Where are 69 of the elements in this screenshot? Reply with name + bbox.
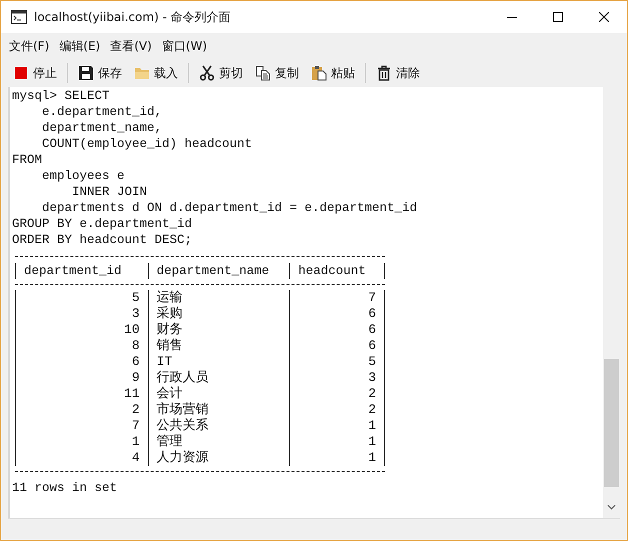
trash-icon <box>376 65 392 81</box>
table-cell: IT <box>148 354 290 370</box>
copy-icon <box>255 65 271 81</box>
table-cell: 公共关系 <box>148 418 290 434</box>
table-cell: 1 <box>289 450 385 466</box>
column-header: department_id <box>15 262 148 278</box>
toolbar-button[interactable]: 粘贴 <box>307 62 359 84</box>
scroll-down-icon[interactable] <box>607 504 616 510</box>
toolbar-button[interactable]: 剪切 <box>195 62 247 84</box>
table-cell: 1 <box>289 418 385 434</box>
menu-item[interactable]: 编辑(E) <box>59 38 100 54</box>
table-cell: 9 <box>15 370 148 386</box>
table-cell: 11 <box>15 386 148 402</box>
console-line: COUNT(employee_id) headcount <box>41 136 254 152</box>
console-line: e.department_id, <box>41 104 164 120</box>
toolbar-button[interactable]: 清除 <box>372 62 424 84</box>
menu-item[interactable]: 窗口(W) <box>162 38 208 54</box>
table-cell: 人力资源 <box>148 450 290 466</box>
folder-icon <box>134 65 150 81</box>
table-cell: 会计 <box>148 386 290 402</box>
scrollbar-thumb[interactable] <box>604 359 619 487</box>
floppy-icon <box>78 65 94 81</box>
menu-item[interactable]: 查看(V) <box>110 38 152 54</box>
table-cell: 6 <box>15 354 148 370</box>
table-cell: 销售 <box>148 338 290 354</box>
column-header: headcount <box>289 262 385 278</box>
table-cell: 采购 <box>148 306 290 322</box>
console-line: department_name, <box>41 120 164 136</box>
table-cell: 1 <box>289 434 385 450</box>
table-cell: 7 <box>289 290 385 306</box>
table-cell: 管理 <box>148 434 290 450</box>
console-line: departments d ON d.department_id = e.department_id <box>41 200 418 216</box>
stop-icon <box>13 65 29 81</box>
column-header: department_name <box>148 262 290 278</box>
table-cell: 8 <box>15 338 148 354</box>
table-cell: 6 <box>289 306 385 322</box>
console-icon <box>11 10 27 24</box>
table-cell: 2 <box>289 402 385 418</box>
clipboard-icon <box>311 65 327 81</box>
console-line: mysql> SELECT <box>12 88 111 104</box>
console-line: GROUP BY e.department_id <box>12 216 194 232</box>
console-line: INNER JOIN <box>71 184 148 200</box>
table-cell: 7 <box>15 418 148 434</box>
table-cell: 3 <box>289 370 385 386</box>
toolbar-button[interactable]: 载入 <box>130 62 182 84</box>
table-cell: 2 <box>15 402 148 418</box>
table-cell: 10 <box>15 322 148 338</box>
table-cell: 2 <box>289 386 385 402</box>
table-cell: 5 <box>15 290 148 306</box>
table-cell: 1 <box>15 434 148 450</box>
table-cell: 6 <box>289 322 385 338</box>
console-line: employees e <box>41 168 126 184</box>
table-cell: 3 <box>15 306 148 322</box>
console-line: FROM <box>12 152 44 168</box>
toolbar-button[interactable]: 保存 <box>74 62 126 84</box>
table-cell: 6 <box>289 338 385 354</box>
table-cell: 运输 <box>148 290 290 306</box>
table-cell: 4 <box>15 450 148 466</box>
menu-item[interactable]: 文件(F) <box>9 38 50 54</box>
table-cell: 财务 <box>148 322 290 338</box>
table-cell: 行政人员 <box>148 370 290 386</box>
toolbar-button[interactable]: 复制 <box>251 62 303 84</box>
table-cell: 5 <box>289 354 385 370</box>
toolbar-button[interactable]: 停止 <box>9 62 61 84</box>
window-title: localhost(yiibai.com) - 命令列介面 <box>34 8 231 26</box>
table-cell: 市场营销 <box>148 402 290 418</box>
scissors-icon <box>199 65 215 81</box>
result-summary: 11 rows in set <box>12 480 118 496</box>
console-line: ORDER BY headcount DESC; <box>12 232 194 248</box>
